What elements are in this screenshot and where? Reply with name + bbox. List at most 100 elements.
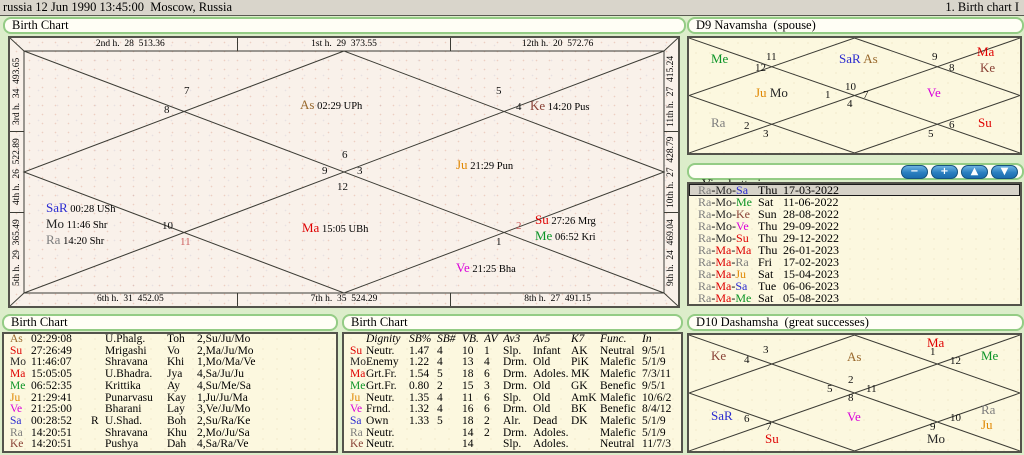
table-cell: Old xyxy=(533,392,551,404)
house-number: 4 xyxy=(744,354,750,366)
vimshottari-plus-button[interactable]: + xyxy=(931,165,958,179)
house-number: 6 xyxy=(949,119,955,131)
table-cell: Dah xyxy=(167,439,187,451)
vimshottari-down-button[interactable]: ▼ xyxy=(991,165,1018,179)
table-cell: 21:25:00 xyxy=(31,404,72,416)
house-number: 1 xyxy=(496,236,502,248)
table-cell: U.Bhadra. xyxy=(105,369,153,381)
planet-abbr: Ra xyxy=(10,427,23,439)
planet-abbr: Ma xyxy=(350,369,366,381)
house-number: 1 xyxy=(930,346,936,358)
table-cell: 13 xyxy=(462,357,474,369)
panel-header-strengths-table: Birth Chart xyxy=(342,314,683,331)
table-cell: 1.33 xyxy=(409,415,430,427)
strengths-table-box: Dignity SB% SB# VB. AV Av3 Av5 K7 Func. In Su Neutr… xyxy=(342,332,683,453)
table-cell: Neutr. xyxy=(366,427,395,439)
table-cell: PiK xyxy=(571,357,589,369)
d9-navamsha-chart[interactable]: Me SaR As Ma Ke Ju Mo Ve Ra Su 12 11 10 1 7 4 9 8 2 3 5 6 xyxy=(687,36,1022,155)
table-cell xyxy=(91,334,105,346)
panel-header-birth-chart: Birth Chart xyxy=(3,17,686,34)
planet-label: Ma xyxy=(977,44,995,59)
planet-abbr: Ke xyxy=(10,439,24,451)
house-number: 10 xyxy=(950,412,961,424)
table-cell: Shravana xyxy=(105,357,148,369)
house-number: 3 xyxy=(763,344,769,356)
planet-label: Ra xyxy=(981,402,996,417)
table-cell: Malefic xyxy=(600,427,636,439)
planet-label: Me xyxy=(981,348,999,363)
house-number: 9 xyxy=(930,421,936,433)
house-strip-cell: 10th h. 27 428.79 xyxy=(664,131,678,212)
column-header: AV xyxy=(484,334,498,345)
table-cell: 14 xyxy=(462,427,474,439)
vimshottari-minus-button[interactable]: − xyxy=(901,165,928,179)
house-number: 6 xyxy=(342,149,348,161)
table-cell xyxy=(91,357,105,369)
vimshottari-up-button[interactable]: ▲ xyxy=(961,165,988,179)
table-cell: 4 xyxy=(437,345,443,357)
planet-label: Ke 14:20 Pus xyxy=(530,98,590,113)
planet-label: As xyxy=(847,349,862,364)
table-cell: GK xyxy=(571,380,588,392)
house-number: 12 xyxy=(755,62,766,74)
table-cell xyxy=(91,393,105,405)
table-cell: MK xyxy=(571,369,590,381)
table-cell: Mrigashi xyxy=(105,345,147,357)
planet-label: As 02:29 UPh xyxy=(300,97,363,112)
table-cell: 00:28:52 xyxy=(31,415,72,427)
d10-dashamsha-chart[interactable]: Ke As Ma Me SaR Ve Su Ra Ju Mo 4 3 1 12 5 2 11 8 6 7 9 10 xyxy=(687,333,1022,453)
table-row: Ju 21:29:41 Punarvasu Kay 1,Ju/Ju/Ma xyxy=(4,393,336,405)
table-row: Ra 14:20:51 Shravana Khu 2,Mo/Ju/Sa xyxy=(4,428,336,440)
planet-label: Ju xyxy=(981,417,993,432)
table-cell: 06:52:35 xyxy=(31,380,72,392)
table-cell: AK xyxy=(571,345,588,357)
house-number: 6 xyxy=(744,413,750,425)
table-cell: 11 xyxy=(462,392,474,404)
table-cell: Neutr. xyxy=(366,439,395,451)
table-cell xyxy=(484,439,503,451)
house-strip-cell: 1st h. 29 373.55 xyxy=(236,38,451,51)
table-cell: Benefic xyxy=(600,380,636,392)
table-row: As 02:29:08 U.Phalg. Toh 2,Su/Ju/Mo xyxy=(4,334,336,346)
table-cell: AmK xyxy=(571,392,597,404)
dasha-weekday: Sat xyxy=(758,291,774,305)
table-cell: DK xyxy=(571,415,588,427)
table-cell: Grt.Fr. xyxy=(366,369,397,381)
table-cell xyxy=(91,404,105,416)
house-number: 9 xyxy=(322,165,328,177)
table-cell: 4 xyxy=(437,392,443,404)
table-cell: U.Phalg. xyxy=(105,334,146,345)
table-cell xyxy=(409,428,437,440)
planet-label: Ve 21:25 Bha xyxy=(456,260,516,275)
planet-abbr: Sa xyxy=(350,415,362,427)
main-birth-chart[interactable]: 2nd h. 28 513.36 1st h. 29 373.55 12th h. … xyxy=(8,36,680,308)
title-bar: russia 12 Jun 1990 13:45:00 Moscow, Russ… xyxy=(0,0,1024,16)
birth-data-summary: russia 12 Jun 1990 13:45:00 Moscow, Russ… xyxy=(3,0,233,14)
table-cell: Jya xyxy=(167,369,183,381)
table-cell: Adoles. xyxy=(533,439,569,451)
table-row: Ma Grt.Fr. 1.54 5 18 6 Drm. Adoles. MK Malefic 7/3… xyxy=(344,369,681,381)
table-row: Ra Neutr. 14 2 Drm. Adoles. Malefic 5/1/9 xyxy=(344,428,681,440)
table-cell: Kay xyxy=(167,392,187,404)
table-cell: 1.54 xyxy=(409,369,430,381)
house-number: 11 xyxy=(866,383,877,395)
house-strip-right: 11th h. 27 415.24 10th h. 27 428.79 9th h.… xyxy=(664,51,678,293)
table-cell: Lay xyxy=(167,404,185,416)
house-number: 2 xyxy=(744,120,750,132)
planet-label: Ju Mo xyxy=(755,85,788,100)
table-row: Ve Frnd. 1.32 4 16 6 Drm. Old BK Benefic 8/4/12 xyxy=(344,404,681,416)
vimshottari-dasha-box: Ra-Mo-Sa Thu 17-03-2022 Ra-Mo-Me Sat 11-06-20… xyxy=(687,182,1022,306)
chart-lines xyxy=(10,38,678,306)
table-cell: 11:46:07 xyxy=(31,357,72,369)
house-strip-cell: 9th h. 24 469.04 xyxy=(664,212,678,293)
house-strip-left: 3rd h. 34 493.65 4th h. 26 522.89 5th h. 2… xyxy=(10,51,24,293)
table-cell: 4,Sa/Ju/Ju xyxy=(197,369,244,381)
table-cell: 1,Ju/Ju/Ma xyxy=(197,392,248,404)
table-row: Mo Enemy 1.22 4 13 4 Drm. Old PiK Malefic 5/1/9 xyxy=(344,357,681,369)
table-cell: 3 xyxy=(484,380,490,392)
table-cell xyxy=(571,428,600,440)
dasha-row[interactable]: Ra-Ma-Me Sat 05-08-2023 xyxy=(689,292,1020,304)
planet-abbr: Ju xyxy=(350,392,361,404)
house-number: 3 xyxy=(763,128,769,140)
table-cell xyxy=(91,346,105,358)
